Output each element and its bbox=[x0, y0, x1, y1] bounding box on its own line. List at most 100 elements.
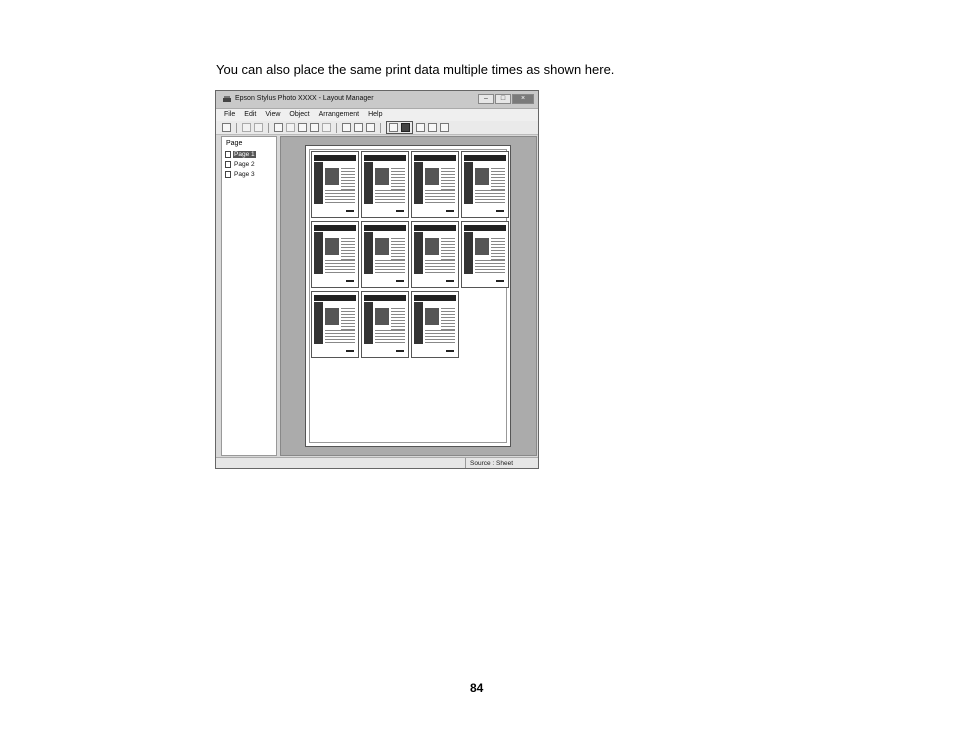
text-line bbox=[375, 336, 405, 337]
print-data-copy[interactable] bbox=[311, 291, 359, 358]
maximize-button[interactable]: □ bbox=[495, 94, 511, 104]
text-line bbox=[325, 260, 355, 261]
add-page-icon[interactable] bbox=[342, 123, 351, 132]
logo-mark bbox=[346, 350, 354, 352]
text-line bbox=[391, 320, 405, 321]
text-line bbox=[491, 250, 505, 251]
header-band bbox=[314, 295, 356, 301]
text-line bbox=[425, 336, 455, 337]
text-line bbox=[491, 238, 505, 239]
close-button[interactable]: × bbox=[512, 94, 534, 104]
text-line bbox=[425, 330, 455, 331]
text-line bbox=[425, 260, 455, 261]
menu-help[interactable]: Help bbox=[368, 109, 382, 121]
delete-icon[interactable] bbox=[322, 123, 331, 132]
text-line bbox=[325, 190, 355, 191]
toolbar-separator bbox=[236, 122, 237, 133]
print-icon[interactable] bbox=[222, 123, 231, 132]
photo-block bbox=[475, 168, 489, 185]
menu-view[interactable]: View bbox=[265, 109, 280, 121]
page-view-icon[interactable] bbox=[401, 123, 410, 132]
print-data-copy[interactable] bbox=[361, 291, 409, 358]
text-line bbox=[375, 272, 405, 273]
text-line bbox=[391, 314, 405, 315]
text-line bbox=[441, 177, 455, 178]
text-line bbox=[341, 317, 355, 318]
status-source: Source : Sheet bbox=[465, 458, 513, 468]
text-line bbox=[475, 199, 505, 200]
text-line bbox=[391, 238, 405, 239]
sidebar-column bbox=[364, 302, 373, 344]
paper-sheet[interactable] bbox=[305, 145, 511, 447]
sidebar-column bbox=[314, 302, 323, 344]
text-line bbox=[325, 336, 355, 337]
group-icon[interactable] bbox=[366, 123, 375, 132]
text-line bbox=[441, 256, 455, 257]
text-line bbox=[391, 186, 405, 187]
text-line bbox=[491, 180, 505, 181]
undo-icon[interactable] bbox=[242, 123, 251, 132]
text-line bbox=[475, 269, 505, 270]
header-band bbox=[414, 295, 456, 301]
text-line bbox=[491, 186, 505, 187]
print-data-copy[interactable] bbox=[311, 221, 359, 288]
menu-object[interactable]: Object bbox=[289, 109, 309, 121]
text-line bbox=[425, 266, 455, 267]
menu-arrangement[interactable]: Arrangement bbox=[319, 109, 359, 121]
logo-mark bbox=[446, 280, 454, 282]
sidebar-column bbox=[414, 162, 423, 204]
text-line bbox=[441, 317, 455, 318]
text-line bbox=[325, 196, 355, 197]
text-line bbox=[375, 190, 405, 191]
text-line bbox=[341, 186, 355, 187]
cut-icon[interactable] bbox=[286, 123, 295, 132]
menu-edit[interactable]: Edit bbox=[244, 109, 256, 121]
text-line bbox=[325, 333, 355, 334]
text-line bbox=[391, 183, 405, 184]
print-data-copy[interactable] bbox=[361, 221, 409, 288]
select-all-icon[interactable] bbox=[310, 123, 319, 132]
text-line bbox=[391, 308, 405, 309]
print-data-copy[interactable] bbox=[311, 151, 359, 218]
page-list-item[interactable]: Page 3 bbox=[225, 170, 275, 179]
text-line bbox=[391, 241, 405, 242]
arrange-icon[interactable] bbox=[354, 123, 363, 132]
zoom-icon[interactable] bbox=[416, 123, 425, 132]
page-list-item[interactable]: Page 1 bbox=[225, 150, 275, 159]
paste-icon[interactable] bbox=[298, 123, 307, 132]
print-data-copy[interactable] bbox=[461, 151, 509, 218]
print-data-copy[interactable] bbox=[411, 151, 459, 218]
thumbnail-view-icon[interactable] bbox=[389, 123, 398, 132]
copy-icon[interactable] bbox=[274, 123, 283, 132]
text-line bbox=[375, 196, 405, 197]
text-line bbox=[391, 326, 405, 327]
distribute-icon[interactable] bbox=[440, 123, 449, 132]
sidebar-column bbox=[314, 162, 323, 204]
text-line bbox=[425, 202, 455, 203]
print-data-copy[interactable] bbox=[361, 151, 409, 218]
window-title: Epson Stylus Photo XXXX - Layout Manager bbox=[235, 95, 374, 102]
print-data-copy[interactable] bbox=[411, 291, 459, 358]
text-line bbox=[341, 171, 355, 172]
text-line bbox=[341, 244, 355, 245]
printer-app-icon bbox=[223, 96, 231, 102]
menu-file[interactable]: File bbox=[224, 109, 235, 121]
text-line bbox=[475, 196, 505, 197]
redo-icon[interactable] bbox=[254, 123, 263, 132]
logo-mark bbox=[446, 210, 454, 212]
sidebar-column bbox=[414, 232, 423, 274]
logo-mark bbox=[396, 210, 404, 212]
minimize-button[interactable]: – bbox=[478, 94, 494, 104]
text-line bbox=[491, 168, 505, 169]
view-toggle-group bbox=[386, 121, 413, 134]
align-icon[interactable] bbox=[428, 123, 437, 132]
text-line bbox=[425, 339, 455, 340]
text-line bbox=[325, 272, 355, 273]
text-line bbox=[491, 241, 505, 242]
text-line bbox=[325, 330, 355, 331]
text-line bbox=[325, 269, 355, 270]
page-list-item[interactable]: Page 2 bbox=[225, 160, 275, 169]
print-data-copy[interactable] bbox=[411, 221, 459, 288]
page-number: 84 bbox=[470, 681, 484, 695]
print-data-copy[interactable] bbox=[461, 221, 509, 288]
